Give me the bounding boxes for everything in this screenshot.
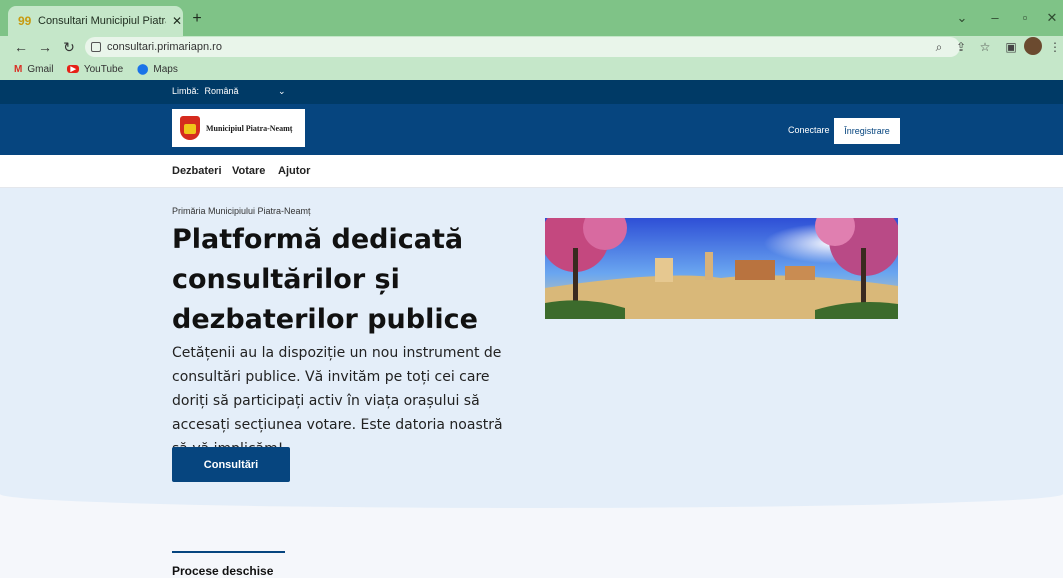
login-link[interactable]: Conectare xyxy=(788,125,830,135)
close-window-icon[interactable]: ✕ xyxy=(1042,10,1062,26)
maps-pin-icon: ⬤ xyxy=(137,63,149,75)
new-tab-button[interactable]: + xyxy=(188,10,206,28)
bookmark-youtube[interactable]: ▶ YouTube xyxy=(67,64,123,75)
section-title: Procese deschise xyxy=(172,564,274,578)
section-divider xyxy=(172,551,285,553)
menu-item-dezbateri[interactable]: Dezbateri xyxy=(172,165,222,177)
lock-icon xyxy=(91,42,101,52)
main-menu xyxy=(0,155,1063,188)
side-panel-icon[interactable]: ▣ xyxy=(1002,38,1020,56)
tab-search-icon[interactable]: ⌄ xyxy=(952,10,972,26)
address-bar[interactable]: consultari.primariapn.ro xyxy=(85,37,960,57)
back-icon[interactable]: ← xyxy=(12,38,30,56)
city-panorama-image xyxy=(545,218,898,319)
hero-title: Platformă dedicată consultărilor și dezb… xyxy=(172,224,478,335)
language-label: Limbă: xyxy=(172,86,200,96)
close-tab-icon[interactable]: ✕ xyxy=(172,14,182,28)
gmail-icon: M xyxy=(14,63,23,75)
profile-avatar[interactable] xyxy=(1024,37,1042,55)
bookmark-star-icon[interactable]: ☆ xyxy=(976,38,994,56)
tab-title: Consultari Municipiul Piatra-Neam xyxy=(38,15,166,27)
chevron-down-icon: ⌄ xyxy=(278,86,286,96)
logo-text: Municipiul Piatra-Neamț xyxy=(206,123,293,133)
bookmark-gmail[interactable]: M Gmail xyxy=(14,64,53,75)
hero-kicker: Primăria Municipiului Piatra-Neamț xyxy=(172,206,311,216)
browser-menu-icon[interactable]: ⋮ xyxy=(1046,38,1063,56)
city-crest-icon xyxy=(180,116,200,140)
consultari-button[interactable]: Consultări xyxy=(172,447,290,482)
share-icon[interactable]: ⇪ xyxy=(952,38,970,56)
site-logo[interactable]: Municipiul Piatra-Neamț xyxy=(172,109,305,147)
zoom-icon[interactable]: ⌕ xyxy=(930,38,948,56)
menu-item-ajutor[interactable]: Ajutor xyxy=(278,165,310,177)
site-favicon-icon: 99 xyxy=(18,14,32,28)
language-value: Română xyxy=(204,86,239,96)
bookmarks-bar: M Gmail ▶ YouTube ⬤ Maps xyxy=(0,58,1063,80)
menu-item-votare[interactable]: Votare xyxy=(232,165,265,177)
language-selector[interactable]: Limbă: Română ⌄ xyxy=(172,86,286,96)
site-header xyxy=(0,104,1063,155)
language-bar xyxy=(0,80,1063,104)
forward-icon[interactable]: → xyxy=(36,38,54,56)
minimize-icon[interactable]: – xyxy=(985,10,1005,25)
register-button[interactable]: Înregistrare xyxy=(834,118,900,144)
maximize-icon[interactable]: ▫ xyxy=(1015,10,1035,25)
bookmark-maps[interactable]: ⬤ Maps xyxy=(137,64,178,75)
address-url: consultari.primariapn.ro xyxy=(107,41,222,53)
reload-icon[interactable]: ↻ xyxy=(60,38,78,56)
browser-tab[interactable]: 99 Consultari Municipiul Piatra-Neam ✕ xyxy=(8,6,183,36)
hero-description: Cetățenii au la dispoziție un nou instru… xyxy=(172,345,503,457)
youtube-icon: ▶ xyxy=(67,65,79,73)
